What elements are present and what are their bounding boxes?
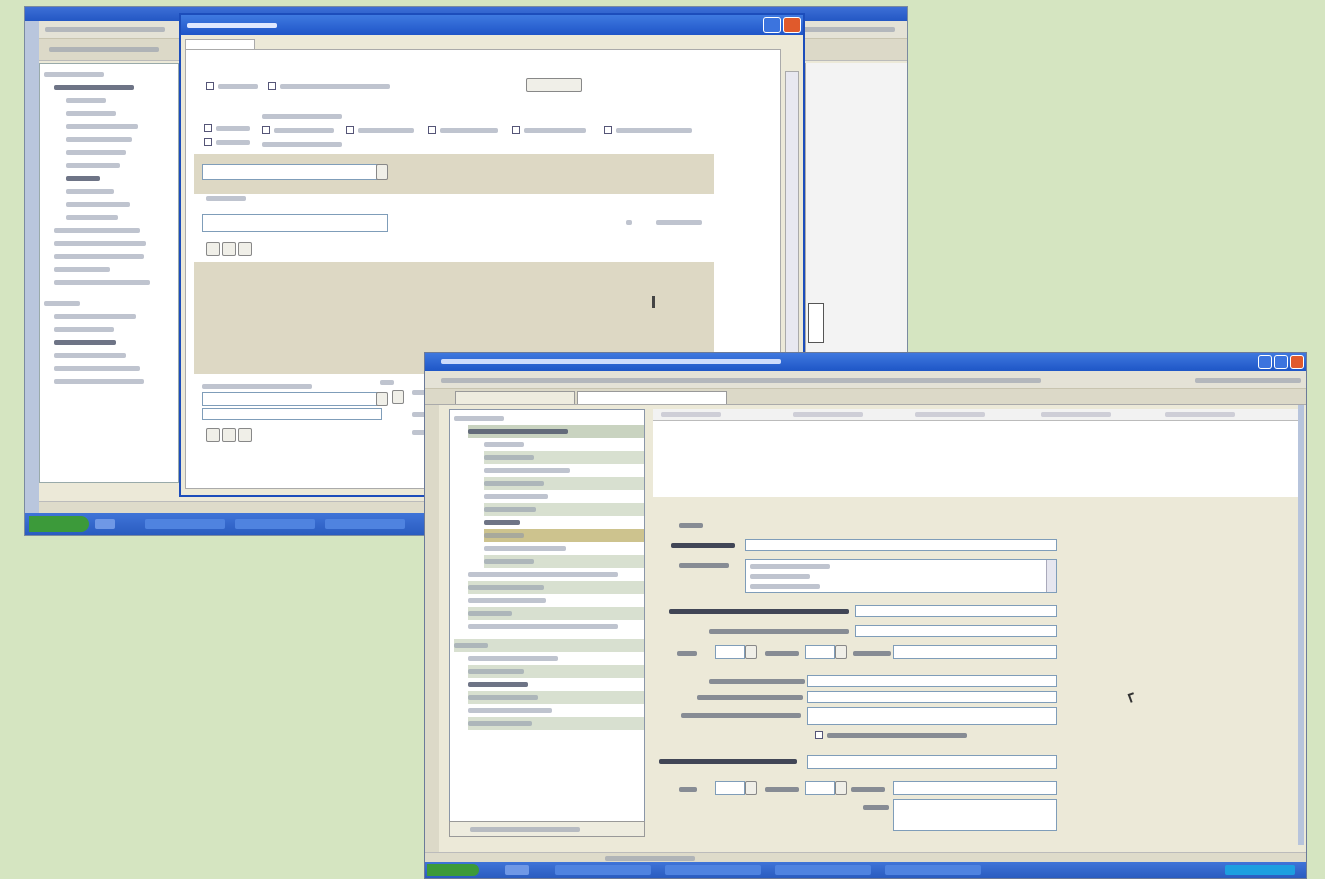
spin-button[interactable] [745, 781, 757, 795]
text-input[interactable] [893, 645, 1057, 659]
taskbar [425, 862, 1306, 878]
checkbox-icon[interactable] [346, 126, 354, 134]
checkbox-icon[interactable] [268, 82, 276, 90]
text-input[interactable] [745, 539, 1057, 551]
left-toolstrip [425, 405, 439, 855]
textarea[interactable] [893, 799, 1057, 831]
tab-2[interactable] [577, 391, 727, 404]
remove-button[interactable] [222, 242, 236, 256]
list-scrollbar[interactable] [1046, 560, 1056, 592]
text-input[interactable] [202, 408, 382, 420]
text-input[interactable] [807, 675, 1057, 687]
cursor-icon [1127, 692, 1137, 703]
cursor-icon [652, 296, 655, 308]
add-button[interactable] [206, 242, 220, 256]
list-area[interactable] [653, 421, 1301, 497]
text-input[interactable] [807, 755, 1057, 769]
text-input[interactable] [807, 707, 1057, 725]
multi-select-list[interactable] [745, 559, 1057, 593]
minimize-icon[interactable] [763, 17, 781, 33]
tree-sidebar[interactable] [39, 63, 179, 483]
date-input[interactable] [715, 781, 745, 795]
spin-button[interactable] [835, 645, 847, 659]
dropdown-field[interactable] [202, 392, 382, 406]
checkbox-icon[interactable] [512, 126, 520, 134]
checkbox-icon[interactable] [204, 124, 212, 132]
text-input[interactable] [893, 781, 1057, 795]
checkbox-icon[interactable] [206, 82, 214, 90]
column-header-row[interactable] [653, 409, 1301, 421]
detail-form [653, 497, 1301, 847]
dropdown-field[interactable] [202, 164, 382, 180]
date-input[interactable] [805, 781, 835, 795]
checkbox-icon[interactable] [204, 138, 212, 146]
checkbox-icon[interactable] [815, 731, 823, 739]
right-panel [805, 63, 907, 353]
start-button[interactable] [427, 864, 479, 876]
text-input[interactable] [807, 691, 1057, 703]
date-input[interactable] [805, 645, 835, 659]
sidebar-footer[interactable] [449, 821, 645, 837]
checkbox-icon[interactable] [428, 126, 436, 134]
close-icon[interactable] [1290, 355, 1304, 369]
edit-button[interactable] [238, 428, 252, 442]
close-icon[interactable] [783, 17, 801, 33]
left-toolstrip [25, 21, 39, 521]
dialog-titlebar [181, 15, 803, 35]
spin-button[interactable] [835, 781, 847, 795]
text-input[interactable] [855, 625, 1057, 637]
dialog-button[interactable] [526, 78, 582, 92]
text-input[interactable] [202, 214, 388, 232]
maximize-icon[interactable] [1274, 355, 1288, 369]
remove-button[interactable] [222, 428, 236, 442]
dialog-tab[interactable] [185, 39, 255, 49]
dropdown-arrow-icon[interactable] [376, 392, 388, 406]
menu-bar[interactable] [425, 371, 1306, 389]
spin-button[interactable] [745, 645, 757, 659]
status-bar [425, 852, 1306, 862]
minimize-icon[interactable] [1258, 355, 1272, 369]
start-button[interactable] [29, 516, 89, 532]
tree-sidebar[interactable] [449, 409, 645, 837]
checkbox-icon[interactable] [604, 126, 612, 134]
dropdown-arrow-icon[interactable] [376, 164, 388, 180]
edit-button[interactable] [238, 242, 252, 256]
checkbox-icon[interactable] [262, 126, 270, 134]
foreground-screenshot [424, 352, 1307, 879]
vertical-scrollbar[interactable] [1298, 405, 1304, 845]
text-input[interactable] [855, 605, 1057, 617]
spin-button[interactable] [392, 390, 404, 404]
date-input[interactable] [715, 645, 745, 659]
add-button[interactable] [206, 428, 220, 442]
tab-1[interactable] [455, 391, 575, 404]
window-titlebar [425, 353, 1306, 371]
